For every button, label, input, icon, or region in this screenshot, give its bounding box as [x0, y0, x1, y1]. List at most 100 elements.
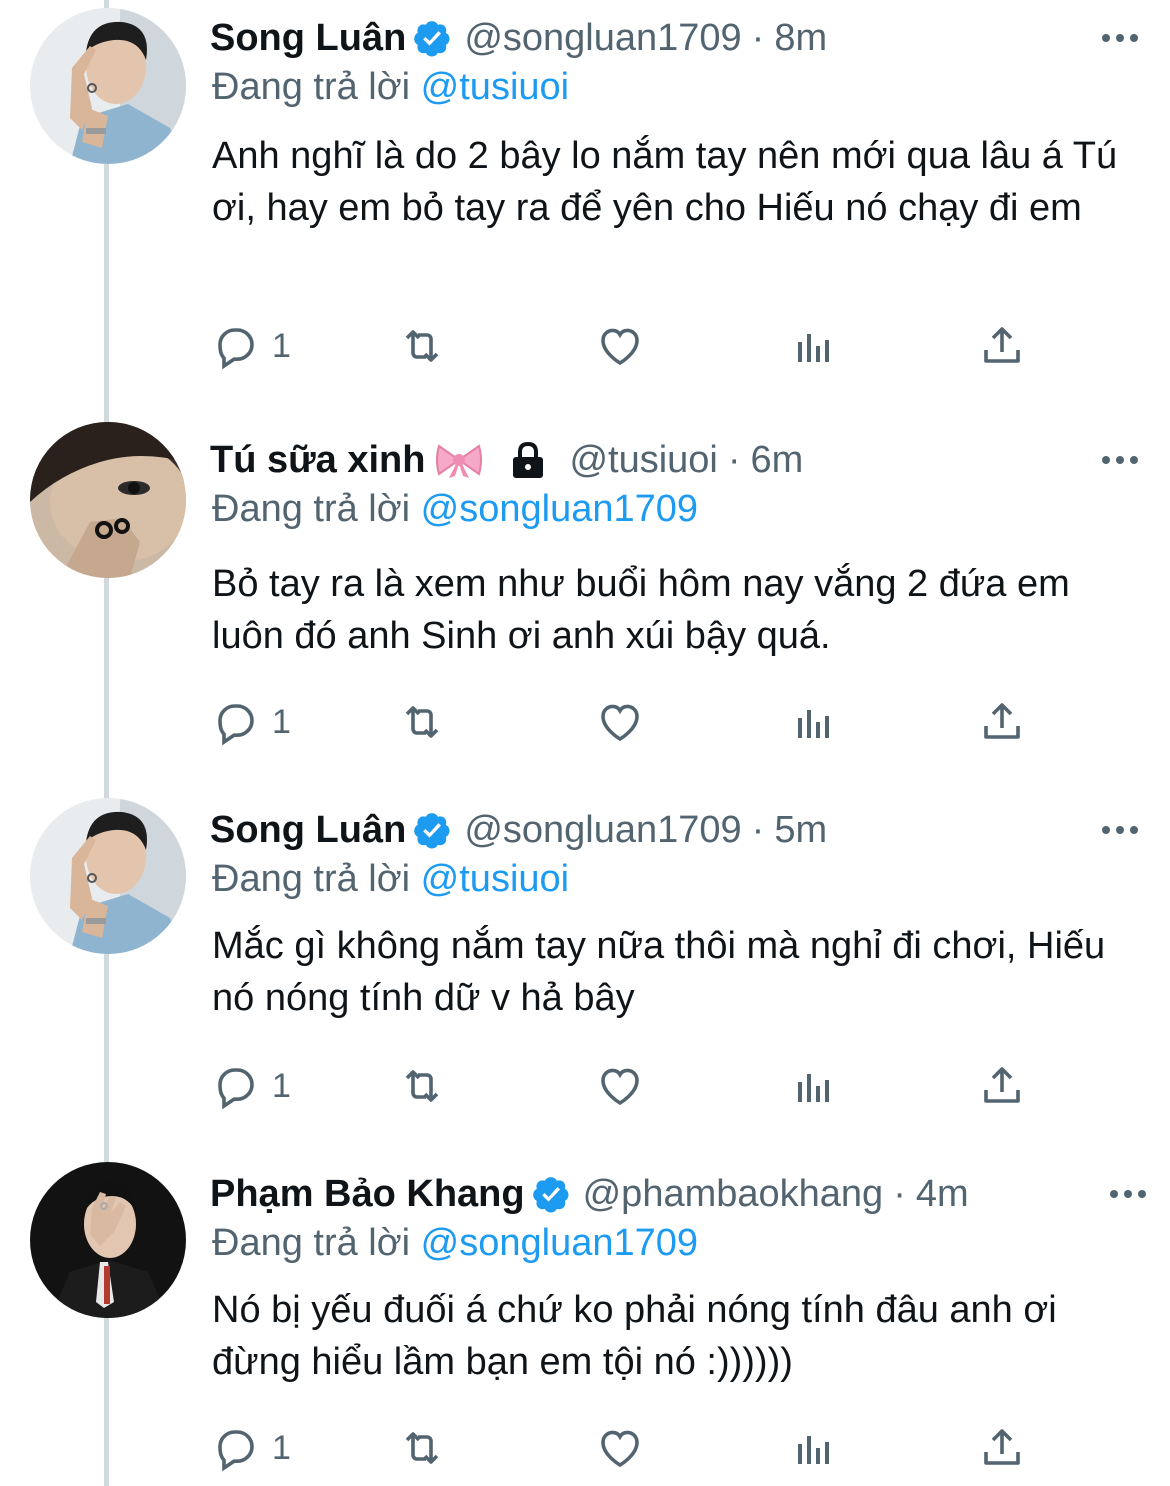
more-icon[interactable] [1098, 434, 1142, 486]
tweet-text: Anh nghĩ là do 2 bây lo nắm tay nên mới … [212, 135, 1118, 229]
more-icon[interactable] [1098, 804, 1142, 856]
avatar-tu-sua-xinh-image [30, 422, 186, 578]
avatar-song-luan-image [30, 798, 186, 954]
separator-dot: · [727, 439, 741, 481]
reply-button[interactable]: 1 [212, 1056, 291, 1116]
share-icon [984, 327, 1020, 363]
avatar[interactable] [30, 798, 186, 954]
share-icon [984, 703, 1020, 739]
analytics-icon [798, 1074, 829, 1102]
reply-icon [218, 328, 254, 370]
separator-dot: · [893, 1173, 906, 1215]
analytics-icon [798, 334, 829, 362]
replying-to-mention[interactable]: @tusiuoi [421, 66, 569, 108]
avatar-song-luan-image [30, 8, 186, 164]
more-icon[interactable] [1106, 1168, 1150, 1220]
handle[interactable]: @phambaokhang [583, 1168, 884, 1220]
handle[interactable]: @tusiuoi [569, 434, 717, 486]
tweet-actions: 1 [212, 692, 1052, 752]
tweet-text: Bỏ tay ra là xem như buổi hôm nay vắng 2… [212, 563, 1070, 657]
like-icon [601, 704, 639, 742]
replying-to-mention[interactable]: @tusiuoi [421, 858, 569, 900]
display-name[interactable]: Song Luân [210, 12, 406, 64]
retweet-button[interactable] [398, 316, 446, 376]
timestamp[interactable]: 8m [774, 12, 827, 64]
retweet-icon [405, 706, 439, 738]
tweet-text: Mắc gì không nắm tay nữa thôi mà nghỉ đi… [212, 925, 1106, 1019]
separator-dot: · [751, 17, 765, 59]
like-button[interactable] [596, 692, 644, 752]
replying-to-mention[interactable]: @songluan1709 [421, 488, 698, 530]
tweet[interactable]: Tú sữa xinh @tusiuoi · 6m Đang trả lời @… [0, 422, 1170, 794]
lock-icon [513, 441, 544, 478]
separator-dot: · [751, 809, 765, 851]
reply-button[interactable]: 1 [212, 316, 291, 376]
avatar-pham-bao-khang-image [30, 1162, 186, 1318]
like-button[interactable] [596, 316, 644, 376]
reply-count: 1 [272, 702, 291, 741]
tweet-actions: 1 [212, 1418, 1052, 1478]
avatar[interactable] [30, 8, 186, 164]
handle[interactable]: @songluan1709 [464, 804, 741, 856]
retweet-icon [405, 1432, 439, 1464]
share-button[interactable] [978, 316, 1026, 376]
timestamp[interactable]: 4m [916, 1168, 969, 1220]
retweet-icon [405, 1070, 439, 1102]
reply-button[interactable]: 1 [212, 1418, 291, 1478]
display-name[interactable]: Song Luân [210, 804, 406, 856]
reply-button[interactable]: 1 [212, 692, 291, 752]
analytics-button[interactable] [788, 1418, 836, 1478]
tweet-text: Nó bị yếu đuối á chứ ko phải nóng tính đ… [212, 1289, 1057, 1383]
more-icon[interactable] [1098, 12, 1142, 64]
like-button[interactable] [596, 1418, 644, 1478]
handle[interactable]: @songluan1709 [464, 12, 741, 64]
analytics-icon [798, 1436, 829, 1464]
tweet-actions: 1 [212, 316, 1052, 376]
share-button[interactable] [978, 1418, 1026, 1478]
share-icon [984, 1429, 1020, 1465]
reply-icon [218, 1430, 254, 1472]
replying-to: Đang trả lời @songluan1709 [212, 1218, 698, 1268]
replying-to: Đang trả lời @tusiuoi [212, 62, 569, 112]
share-button[interactable] [978, 692, 1026, 752]
tweet[interactable]: Song Luân @songluan1709 · 5m Đang trả lờ… [0, 792, 1170, 1158]
avatar[interactable] [30, 1162, 186, 1318]
replying-to-mention[interactable]: @songluan1709 [421, 1222, 698, 1264]
verified-badge-icon [414, 813, 450, 849]
retweet-button[interactable] [398, 1056, 446, 1116]
analytics-button[interactable] [788, 692, 836, 752]
reply-icon [218, 704, 254, 746]
reply-count: 1 [272, 326, 291, 365]
tweet-thread: Song Luân @songluan1709 · 8m Đang trả lờ… [0, 0, 1170, 1486]
share-icon [984, 1067, 1020, 1103]
retweet-button[interactable] [398, 692, 446, 752]
analytics-button[interactable] [788, 1056, 836, 1116]
analytics-button[interactable] [788, 316, 836, 376]
tweet-header: Song Luân @songluan1709 · 5m [210, 804, 1150, 856]
replying-to: Đang trả lời @songluan1709 [212, 484, 698, 534]
tweet-actions: 1 [212, 1056, 1052, 1116]
avatar[interactable] [30, 422, 186, 578]
share-button[interactable] [978, 1056, 1026, 1116]
tweet[interactable]: Song Luân @songluan1709 · 8m Đang trả lờ… [0, 0, 1170, 420]
tweet-header: Phạm Bảo Khang @phambaokhang · 4m [210, 1168, 1150, 1220]
like-button[interactable] [596, 1056, 644, 1116]
replying-to-label: Đang trả lời [212, 858, 411, 900]
display-name[interactable]: Tú sữa xinh [210, 434, 425, 486]
timestamp[interactable]: 5m [774, 804, 827, 856]
replying-to-label: Đang trả lời [212, 1222, 411, 1264]
tweet[interactable]: Phạm Bảo Khang @phambaokhang · 4m Đang t… [0, 1156, 1170, 1486]
reply-count: 1 [272, 1428, 291, 1467]
retweet-icon [405, 330, 439, 362]
analytics-icon [798, 710, 829, 738]
display-name[interactable]: Phạm Bảo Khang [210, 1168, 525, 1220]
like-icon [601, 328, 639, 366]
reply-count: 1 [272, 1066, 291, 1105]
ribbon-emoji [436, 444, 483, 478]
verified-badge-icon [414, 21, 450, 57]
reply-icon [218, 1068, 254, 1110]
timestamp[interactable]: 6m [751, 434, 804, 486]
retweet-button[interactable] [398, 1418, 446, 1478]
like-icon [601, 1068, 639, 1106]
like-icon [601, 1430, 639, 1468]
